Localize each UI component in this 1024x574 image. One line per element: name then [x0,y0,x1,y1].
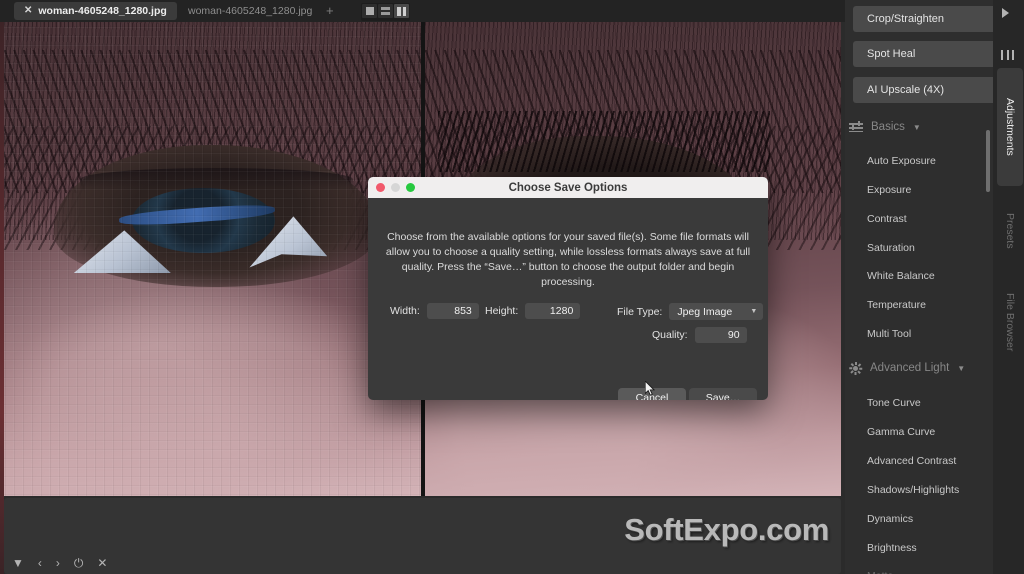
ai-upscale-button[interactable]: AI Upscale (4X) [853,77,993,103]
sidebar-item-auto-exposure[interactable]: Auto Exposure [867,155,936,167]
sidebar-item-tone-curve[interactable]: Tone Curve [867,397,921,409]
dropdown-icon[interactable]: ▼ [12,557,24,569]
tab-file-browser-label: File Browser [1004,293,1016,351]
quality-input[interactable]: 90 [695,327,747,343]
lower-filmstrip-panel: SoftExpo.com ▼ ‹ › ⏻ ✕ [4,498,841,574]
dialog-title-bar: Choose Save Options [368,177,768,198]
adjustments-sidebar: Crop/Straighten Spot Heal AI Upscale (4X… [845,0,993,574]
view-mode-single-button[interactable] [362,4,377,18]
width-label: Width: [390,305,420,317]
tab-active-label: woman-4605248_1280.jpg [38,5,166,17]
mouse-cursor [645,381,656,397]
view-mode-vertical-split-button[interactable] [394,4,409,18]
width-input[interactable]: 853 [427,303,479,319]
minimize-window-button[interactable] [391,183,400,192]
chevron-down-icon: ▼ [913,123,921,132]
close-icon[interactable]: ✕ [97,557,107,569]
filetype-value: Jpeg Image [677,306,732,318]
tab-close-icon[interactable]: ✕ [24,6,32,16]
expand-panel-icon[interactable] [1002,8,1009,18]
bottom-toolbar: ▼ ‹ › ⏻ ✕ [12,557,107,569]
ai-upscale-label: AI Upscale (4X) [867,84,944,96]
tab-bar: ✕ woman-4605248_1280.jpg woman-4605248_1… [0,0,845,22]
chevron-down-icon: ▼ [750,308,757,315]
tab-adjustments-label: Adjustments [1004,98,1016,156]
new-tab-button[interactable]: + [326,3,334,19]
crop-straighten-button[interactable]: Crop/Straighten [853,6,993,32]
app-window: ✕ woman-4605248_1280.jpg woman-4605248_1… [0,0,1024,574]
sidebar-item-advanced-contrast[interactable]: Advanced Contrast [867,455,956,467]
sidebar-item-shadows-highlights[interactable]: Shadows/Highlights [867,484,959,496]
sidebar-item-brightness[interactable]: Brightness [867,542,917,554]
zoom-window-button[interactable] [406,183,415,192]
eye-region [54,145,379,287]
sidebar-scrollbar-thumb[interactable] [986,130,990,192]
group-advanced-light-label: Advanced Light [870,362,949,374]
single-pane-icon [366,7,374,15]
sidebar-item-saturation[interactable]: Saturation [867,242,915,254]
chevron-down-icon: ▼ [957,364,965,373]
tab-active[interactable]: ✕ woman-4605248_1280.jpg [14,2,177,20]
sidebar-item-gamma-curve[interactable]: Gamma Curve [867,426,935,438]
sidebar-item-temperature[interactable]: Temperature [867,299,926,311]
tab-file-browser[interactable]: File Browser [997,276,1023,368]
window-controls [376,183,415,192]
filetype-field-row: File Type: Jpeg Image ▼ [617,303,763,320]
width-field-row: Width: 853 [390,303,479,319]
watermark: SoftExpo.com [624,512,829,548]
height-label: Height: [485,305,518,317]
dialog-title: Choose Save Options [509,182,628,194]
previous-icon[interactable]: ‹ [38,557,42,569]
upper-eyelid [80,168,353,191]
view-mode-group [361,3,410,21]
tab-adjustments[interactable]: Adjustments [997,68,1023,186]
spot-heal-button[interactable]: Spot Heal [853,41,993,67]
tab-presets-label: Presets [1004,213,1016,249]
sidebar-item-dynamics[interactable]: Dynamics [867,513,913,525]
menu-icon[interactable] [1001,50,1014,60]
vertical-split-icon [397,7,406,16]
panel-tab-rail: Adjustments Presets File Browser [993,0,1024,574]
group-basics-label: Basics [871,121,905,133]
sun-icon [849,362,862,375]
group-header-advanced-light[interactable]: Advanced Light ▼ [849,359,989,377]
next-icon[interactable]: › [56,557,60,569]
eyelashes [438,111,770,172]
image-pane-before[interactable] [4,22,421,496]
spot-heal-label: Spot Heal [867,48,915,60]
group-header-basics[interactable]: Basics ▼ [849,118,989,136]
sidebar-item-multi-tool[interactable]: Multi Tool [867,328,911,340]
sidebar-item-contrast[interactable]: Contrast [867,213,907,225]
sidebar-item-white-balance[interactable]: White Balance [867,270,935,282]
crop-straighten-label: Crop/Straighten [867,13,944,25]
save-button[interactable]: Save… [689,388,757,400]
horizontal-split-icon [381,7,390,15]
filetype-label: File Type: [617,306,662,318]
view-mode-horizontal-split-button[interactable] [378,4,393,18]
quality-field-row: Quality: 90 [652,327,747,343]
height-input[interactable]: 1280 [525,303,580,319]
power-icon[interactable]: ⏻ [74,557,84,569]
sliders-icon [849,122,863,132]
sidebar-item-exposure[interactable]: Exposure [867,184,911,196]
quality-label: Quality: [652,329,688,341]
filetype-select[interactable]: Jpeg Image ▼ [669,303,763,320]
dialog-description: Choose from the available options for yo… [384,230,752,290]
height-field-row: Height: 1280 [485,303,580,319]
tab-inactive[interactable]: woman-4605248_1280.jpg [178,2,322,20]
dialog-body: Choose from the available options for yo… [368,198,768,400]
tab-presets[interactable]: Presets [997,196,1023,266]
tab-inactive-label: woman-4605248_1280.jpg [188,5,312,17]
close-window-button[interactable] [376,183,385,192]
save-options-dialog: Choose Save Options Choose from the avai… [368,177,768,400]
sidebar-item-matte[interactable]: Matte [867,570,893,574]
